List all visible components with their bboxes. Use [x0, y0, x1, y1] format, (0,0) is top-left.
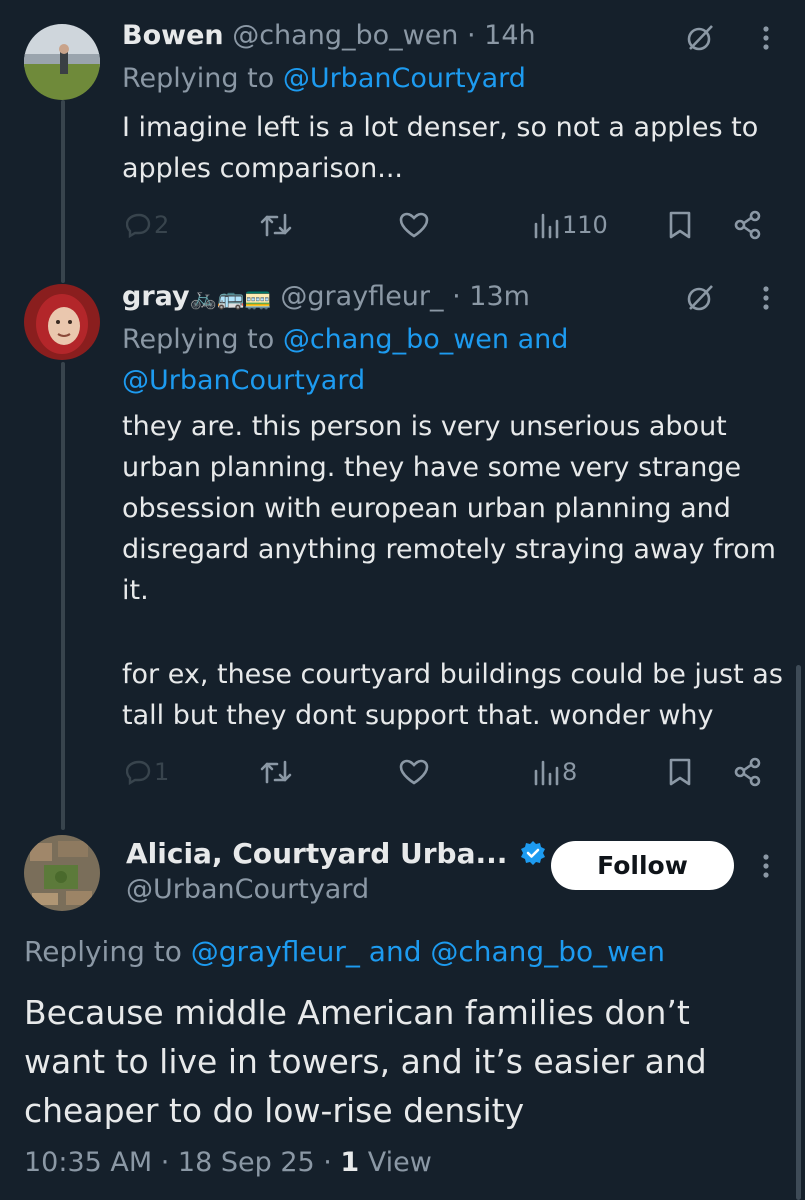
like-button[interactable]	[398, 205, 430, 245]
main-replying-to: Replying to @grayfleur_ and @chang_bo_we…	[24, 931, 665, 972]
tweet-text-2-p1: they are. this person is very unserious …	[122, 411, 776, 606]
replying-prefix: Replying to	[122, 63, 283, 94]
views-chart-icon	[534, 760, 559, 786]
verified-badge-icon	[520, 839, 546, 875]
main-handle[interactable]: @UrbanCourtyard	[126, 872, 369, 908]
reply-mention-link[interactable]: @UrbanCourtyard	[283, 63, 526, 94]
view-count: 8	[562, 758, 578, 786]
avatar-bowen[interactable]	[24, 24, 100, 100]
user-handle[interactable]: @chang_bo_wen	[232, 20, 458, 51]
name-emoji: 🚲🚌🚃	[189, 286, 272, 311]
main-tweet-text: Because middle American families don’t w…	[24, 993, 707, 1130]
main-timestamp: 10:35 AM · 18 Sep 25 · 1 View	[24, 1145, 432, 1181]
share-button[interactable]	[733, 205, 763, 245]
views-chart-icon	[534, 213, 559, 239]
view-count: 110	[562, 211, 608, 239]
display-name[interactable]: Bowen	[122, 20, 224, 51]
retweet-button[interactable]	[259, 205, 293, 245]
retweet-button[interactable]	[259, 752, 293, 792]
grok-icon[interactable]	[680, 278, 720, 318]
reply-icon	[126, 213, 151, 238]
reply-mention-link-2[interactable]: @UrbanCourtyard	[122, 365, 365, 396]
views-button[interactable]: 110	[532, 205, 608, 245]
reply-count: 1	[154, 758, 170, 786]
avatar-urbancourtyard[interactable]	[24, 835, 100, 911]
like-button[interactable]	[398, 752, 430, 792]
retweet-icon	[260, 760, 292, 784]
share-icon	[734, 210, 761, 240]
share-icon	[734, 757, 761, 787]
post-time[interactable]: · 14h	[467, 20, 536, 51]
main-author: Alicia, Courtyard Urba...	[126, 836, 546, 875]
reply-button[interactable]: 1	[126, 752, 169, 792]
reply-mention-link[interactable]: @chang_bo_wen and	[283, 324, 569, 355]
more-vertical-icon[interactable]	[746, 18, 786, 58]
thread-line-1	[61, 100, 65, 283]
more-vertical-icon[interactable]	[746, 846, 786, 886]
tweet-text-2-p2: for ex, these courtyard buildings could …	[122, 659, 783, 731]
grok-icon[interactable]	[680, 18, 720, 58]
replying-prefix: Replying to	[122, 324, 283, 355]
thread-line-2	[61, 362, 65, 830]
bookmark-button[interactable]	[667, 205, 693, 245]
view-label: View	[359, 1147, 432, 1178]
replying-prefix: Replying to	[24, 935, 191, 968]
more-vertical-icon[interactable]	[746, 278, 786, 318]
reply-count: 2	[154, 211, 170, 239]
tweet-header-2: gray🚲🚌🚃 @grayfleur_ · 13m	[122, 280, 530, 316]
heart-icon	[399, 759, 429, 785]
views-button[interactable]: 8	[532, 752, 577, 792]
retweet-icon	[260, 213, 292, 237]
reply-mention-link[interactable]: @grayfleur_ and @chang_bo_wen	[191, 935, 665, 968]
reply-button[interactable]: 2	[126, 205, 169, 245]
reply-icon	[126, 760, 151, 785]
follow-button[interactable]: Follow	[551, 841, 734, 890]
share-button[interactable]	[733, 752, 763, 792]
bookmark-button[interactable]	[667, 752, 693, 792]
display-name[interactable]: gray	[122, 281, 190, 312]
timestamp-text[interactable]: 10:35 AM · 18 Sep 25 ·	[24, 1147, 340, 1178]
scrollbar[interactable]	[796, 665, 801, 1200]
post-time[interactable]: · 13m	[452, 281, 530, 312]
tweet-text-1: I imagine left is a lot denser, so not a…	[122, 112, 759, 184]
heart-icon	[399, 212, 429, 238]
avatar-gray[interactable]	[24, 284, 100, 360]
tweet-header-1: Bowen @chang_bo_wen · 14h	[122, 19, 536, 53]
view-count: 1	[340, 1147, 360, 1178]
bookmark-icon	[669, 211, 691, 239]
bookmark-icon	[669, 758, 691, 786]
replying-to-2: Replying to @chang_bo_wen and @UrbanCour…	[122, 319, 787, 401]
replying-to-1: Replying to @UrbanCourtyard	[122, 58, 526, 99]
display-name[interactable]: Alicia, Courtyard Urba...	[126, 837, 507, 870]
user-handle[interactable]: @grayfleur_	[280, 281, 443, 312]
